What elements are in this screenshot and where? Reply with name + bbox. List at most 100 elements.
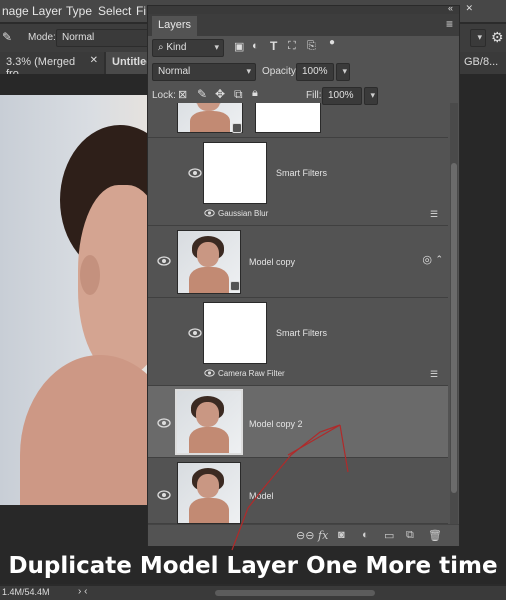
trash-icon[interactable]: 🗑︎ [428, 529, 442, 542]
menu-item-image[interactable]: nage [2, 4, 29, 18]
mode-dropdown[interactable]: Normal [56, 29, 152, 47]
new-group-icon[interactable]: ▭ [384, 529, 396, 542]
filter-options-icon[interactable]: ☰ [430, 369, 440, 379]
adjustment-filter-icon[interactable]: ◐ [252, 40, 259, 52]
layer-mask-thumbnail [255, 103, 321, 133]
panel-footer: ⊖⊖ fx ◙ ◐ ▭ ⧉ 🗑︎ [148, 524, 459, 546]
options-dropdown[interactable]: ▾ [470, 29, 486, 47]
eye-icon[interactable] [204, 209, 215, 217]
eye-icon[interactable] [157, 418, 171, 428]
tab-untitled[interactable]: Untitled [106, 52, 153, 74]
close-panel-icon[interactable]: ✕ [465, 3, 473, 14]
layers-scrollbar[interactable] [450, 103, 458, 524]
opacity-label: Opacity: [262, 66, 299, 77]
fx-icon[interactable]: fx [318, 529, 330, 542]
smart-object-icon [230, 281, 240, 291]
layer-thumbnail [177, 462, 241, 524]
tab-third-label: GB/8... [464, 56, 499, 68]
tab-merged[interactable]: 3.3% (Merged fro... ✕ [0, 52, 104, 80]
layer-name: Smart Filters [276, 328, 328, 338]
filter-row: ⌕ Kind ▾ ▣ ◐ T ⛶ ⎘ ● [148, 36, 459, 60]
opacity-value: 100% [302, 66, 328, 77]
eye-icon[interactable] [204, 369, 215, 377]
menu-item-select[interactable]: Select [98, 4, 131, 18]
layer-thumbnail [175, 389, 243, 455]
adjustment-layer-icon[interactable]: ◐ [362, 529, 374, 541]
opacity-slider-button[interactable]: ▾ [336, 63, 350, 81]
status-bar: 1.4M/54.4M › ‹ [0, 586, 506, 600]
menu-item-layer[interactable]: Layer [32, 4, 62, 18]
eye-icon[interactable] [157, 256, 171, 266]
layer-name: Smart Filters [276, 168, 328, 178]
eye-icon[interactable] [188, 168, 202, 178]
smart-filter-link-icon[interactable]: ◎ [422, 253, 432, 266]
scrollbar-thumb[interactable] [451, 163, 457, 493]
smart-object-filter-icon[interactable]: ⎘ [307, 40, 316, 53]
brush-tool-icon[interactable]: ✎ [2, 30, 12, 44]
lock-label: Lock: [152, 90, 176, 101]
chevron-down-icon: ▾ [477, 32, 482, 42]
filter-kind-value: Kind [166, 42, 187, 53]
lock-transparent-icon[interactable]: ⊠ [178, 88, 187, 101]
panel-dock-header: « ✕ [148, 3, 473, 14]
add-mask-icon[interactable]: ◙ [338, 529, 350, 541]
layer-name: Model copy 2 [249, 419, 303, 429]
chevron-down-icon: ▾ [246, 66, 251, 76]
type-filter-icon[interactable]: T [270, 39, 277, 53]
blend-row: Normal ▾ Opacity: 100% ▾ [148, 60, 459, 84]
filter-toggle-icon[interactable]: ● [329, 37, 335, 48]
layer-row-model-copy-2[interactable]: Model copy 2 [148, 386, 448, 458]
shape-filter-icon[interactable]: ⛶ [288, 40, 296, 53]
lock-artboard-icon[interactable]: ⧉ [234, 87, 243, 102]
mode-value: Normal [62, 32, 95, 43]
lock-pixels-icon[interactable]: ✎ [197, 87, 207, 101]
blend-mode-value: Normal [158, 66, 191, 77]
panel-tab-bar: Layers ≡ [148, 14, 459, 36]
image-filter-icon[interactable]: ▣ [234, 40, 244, 53]
model-photo-canvas [0, 95, 150, 505]
blend-mode-dropdown[interactable]: Normal ▾ [152, 63, 256, 81]
filter-mask-thumbnail [203, 142, 267, 204]
filter-options-icon[interactable]: ☰ [430, 209, 440, 219]
gear-icon[interactable]: ⚙ [491, 29, 504, 46]
link-layers-icon[interactable]: ⊖⊖ [296, 529, 314, 542]
filter-name: Gaussian Blur [218, 209, 269, 218]
layer-name: Model [249, 491, 274, 501]
tab-layers[interactable]: Layers [152, 16, 198, 36]
new-layer-icon[interactable]: ⧉ [406, 529, 418, 541]
tutorial-caption: Duplicate Model Layer One More time [8, 553, 498, 579]
collapse-icon[interactable]: « [448, 3, 453, 13]
close-icon[interactable]: ✕ [90, 55, 98, 66]
lock-position-icon[interactable]: ✥ [215, 87, 225, 101]
chevron-down-icon: ▾ [214, 42, 219, 52]
horizontal-scrollbar[interactable] [215, 590, 375, 596]
eye-icon[interactable] [157, 490, 171, 500]
opacity-input[interactable]: 100% [296, 63, 334, 81]
smart-filters-row-2[interactable]: Smart Filters Camera Raw Filter ☰ [148, 298, 448, 386]
menu-item-filter[interactable]: Fi [136, 4, 146, 18]
layer-name: Model copy [249, 257, 296, 267]
chevron-down-icon: ▾ [370, 90, 375, 100]
smart-object-icon [232, 123, 242, 133]
fill-value: 100% [328, 90, 354, 101]
filter-mask-thumbnail [203, 302, 267, 364]
layer-row-model-copy[interactable]: Model copy ◎ ⌃ [148, 226, 448, 298]
filter-name: Camera Raw Filter [218, 369, 285, 378]
layer-row-model[interactable]: Model [148, 458, 448, 524]
tab-layers-label: Layers [158, 19, 192, 31]
menu-item-type[interactable]: Type [66, 4, 92, 18]
layer-row-top-partial[interactable] [148, 103, 448, 138]
chevron-down-icon: ▾ [342, 66, 347, 76]
tab-third[interactable]: GB/8... [458, 52, 506, 74]
mode-label: Mode: [28, 32, 56, 43]
chevron-up-icon[interactable]: ⌃ [435, 254, 443, 265]
panel-menu-icon[interactable]: ≡ [446, 17, 453, 31]
status-arrows-icon[interactable]: › ‹ [78, 586, 87, 597]
smart-filters-row-1[interactable]: Smart Filters Gaussian Blur ☰ [148, 138, 448, 226]
layers-list: Smart Filters Gaussian Blur ☰ Model copy… [148, 103, 448, 524]
lock-all-icon[interactable]: 🔒︎ [252, 87, 258, 100]
eye-icon[interactable] [188, 328, 202, 338]
fill-label: Fill: [306, 90, 322, 101]
filter-kind-dropdown[interactable]: ⌕ Kind ▾ [152, 39, 224, 57]
layers-panel: « ✕ Layers ≡ ⌕ Kind ▾ ▣ ◐ T ⛶ ⎘ ● Normal… [147, 3, 473, 546]
